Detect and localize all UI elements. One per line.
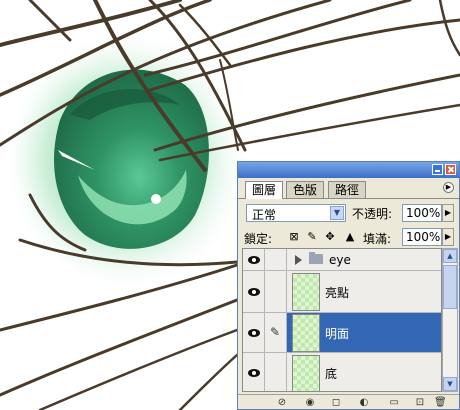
layer-row-group[interactable]: eye bbox=[243, 249, 441, 271]
link-layers-icon[interactable]: ⊘ bbox=[276, 397, 288, 409]
eye-visibility-icon[interactable] bbox=[248, 288, 260, 296]
scroll-up-icon[interactable]: ▲ bbox=[443, 249, 457, 263]
layer-thumbnail bbox=[292, 355, 320, 391]
palette-tabs: 圖層 色版 路徑 ▶ bbox=[238, 178, 459, 199]
eye-highlight-dot bbox=[151, 194, 161, 204]
chevron-down-icon[interactable]: ▼ bbox=[330, 206, 344, 220]
expand-arrow-icon[interactable] bbox=[295, 255, 302, 265]
lock-transparency-icon[interactable]: ⊠ bbox=[288, 231, 300, 243]
close-icon[interactable] bbox=[445, 164, 456, 175]
opacity-slider-arrow-icon[interactable]: ▶ bbox=[442, 204, 454, 222]
folder-icon bbox=[309, 252, 323, 264]
layers-palette: 圖層 色版 路徑 ▶ 正常 ▼ 不透明: 100% ▶ 鎖定: ⊠ ✎ ✥ ▲ … bbox=[237, 161, 460, 410]
layer-name: 明面 bbox=[325, 327, 350, 341]
palette-menu-icon[interactable]: ▶ bbox=[443, 182, 454, 193]
blend-opacity-row: 正常 ▼ 不透明: 100% ▶ bbox=[238, 200, 459, 224]
layer-row[interactable]: 亮點 bbox=[243, 271, 441, 313]
lock-all-icon[interactable]: ▲ bbox=[344, 231, 356, 243]
fill-slider-arrow-icon[interactable]: ▶ bbox=[442, 228, 454, 246]
scrollbar-thumb[interactable] bbox=[443, 265, 457, 309]
eye-visibility-icon[interactable] bbox=[248, 256, 260, 264]
layer-thumbnail bbox=[292, 273, 320, 311]
layer-name: 底 bbox=[325, 367, 338, 381]
adjustment-layer-icon[interactable]: ◐ bbox=[358, 397, 370, 409]
layer-style-icon[interactable]: ◉ bbox=[304, 397, 316, 409]
lock-fill-row: 鎖定: ⊠ ✎ ✥ ▲ 填滿: 100% ▶ bbox=[238, 226, 459, 248]
layers-scrollbar[interactable]: ▲ ▼ bbox=[442, 248, 458, 392]
layer-row-selected[interactable]: ✎ 明面 bbox=[243, 313, 441, 353]
scroll-down-icon[interactable]: ▼ bbox=[443, 377, 457, 391]
eye-visibility-icon[interactable] bbox=[248, 369, 260, 377]
add-mask-icon[interactable]: ◻ bbox=[330, 397, 342, 409]
fill-field[interactable]: 100% bbox=[402, 228, 442, 246]
layer-name: 亮點 bbox=[325, 286, 350, 300]
new-layer-icon[interactable]: ⊡ bbox=[414, 397, 426, 409]
opacity-field[interactable]: 100% bbox=[402, 204, 442, 222]
brush-icon: ✎ bbox=[270, 325, 281, 339]
tab-paths[interactable]: 路徑 bbox=[328, 181, 367, 198]
lock-position-move-icon[interactable]: ✥ bbox=[324, 231, 336, 243]
eye-visibility-icon[interactable] bbox=[248, 329, 260, 337]
layer-row[interactable]: 底 bbox=[243, 353, 441, 391]
tab-layers[interactable]: 圖層 bbox=[245, 181, 284, 199]
new-group-icon[interactable]: ▭ bbox=[388, 397, 400, 409]
layer-thumbnail bbox=[292, 314, 320, 352]
palette-bottom-toolbar: ⊘ ◉ ◻ ◐ ▭ ⊡ 🗑 bbox=[238, 394, 459, 409]
blend-mode-value: 正常 bbox=[252, 208, 277, 222]
fill-label: 填滿: bbox=[363, 232, 392, 246]
layer-name: eye bbox=[329, 253, 351, 267]
palette-titlebar[interactable] bbox=[238, 162, 459, 178]
lock-label: 鎖定: bbox=[244, 232, 273, 246]
layers-list: eye 亮點 ✎ 明面 底 bbox=[242, 248, 442, 392]
delete-layer-icon[interactable]: 🗑 bbox=[434, 397, 447, 409]
tab-channels[interactable]: 色版 bbox=[286, 181, 325, 198]
lock-image-brush-icon[interactable]: ✎ bbox=[306, 231, 318, 243]
blend-mode-select[interactable]: 正常 ▼ bbox=[246, 204, 346, 222]
opacity-label: 不透明: bbox=[352, 207, 393, 221]
minimize-icon[interactable] bbox=[432, 164, 443, 175]
